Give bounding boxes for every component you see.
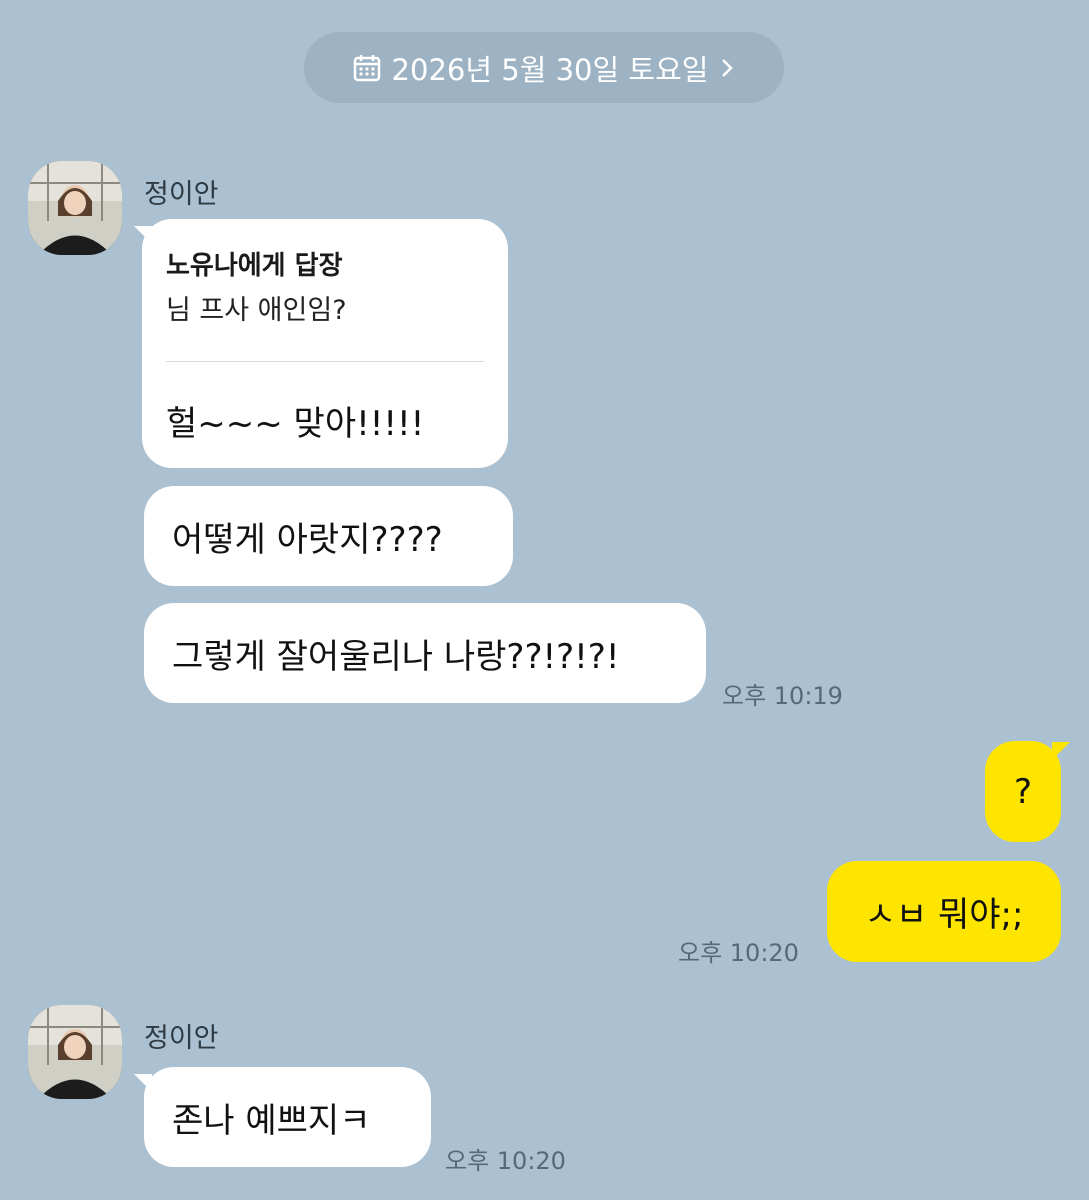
message-text: 그렇게 잘어울리나 나랑??!?!?! [172, 636, 620, 677]
message-time: 오후 10:19 [722, 682, 843, 710]
my-message-bubble[interactable]: ㅅㅂ 뭐야;; [827, 861, 1061, 962]
message-text: 존나 예쁘지ㅋ [172, 1100, 371, 1141]
message-time: 오후 10:20 [445, 1147, 566, 1175]
date-label: 2026년 5월 30일 토요일 [391, 52, 709, 87]
message-time: 오후 10:20 [678, 939, 799, 967]
message-text: ? [1013, 771, 1033, 812]
avatar[interactable] [28, 161, 122, 255]
message-text: ㅅㅂ 뭐야;; [864, 895, 1024, 935]
sender-name: 정이안 [144, 1023, 219, 1054]
sender-name: 정이안 [144, 179, 219, 210]
message-bubble[interactable]: 존나 예쁘지ㅋ [144, 1067, 431, 1167]
reply-title: 노유나에게 답장 [166, 251, 343, 281]
reply-message-bubble[interactable]: 노유나에게 답장 님 프사 애인임? 헐~~~ 맞아!!!!! [142, 219, 508, 468]
message-text: 어떻게 아랏지???? [172, 519, 443, 560]
message-text: 헐~~~ 맞아!!!!! [166, 404, 425, 444]
reply-divider [166, 361, 484, 362]
reply-quote: 님 프사 애인임? [166, 295, 347, 326]
message-bubble[interactable]: 어떻게 아랏지???? [144, 486, 513, 586]
avatar[interactable] [28, 1005, 122, 1099]
message-bubble[interactable]: 그렇게 잘어울리나 나랑??!?!?! [144, 603, 706, 703]
chevron-right-icon [718, 56, 736, 80]
date-header[interactable]: 2026년 5월 30일 토요일 [304, 32, 784, 103]
calendar-icon [352, 53, 382, 83]
my-message-bubble[interactable]: ? [985, 741, 1061, 842]
